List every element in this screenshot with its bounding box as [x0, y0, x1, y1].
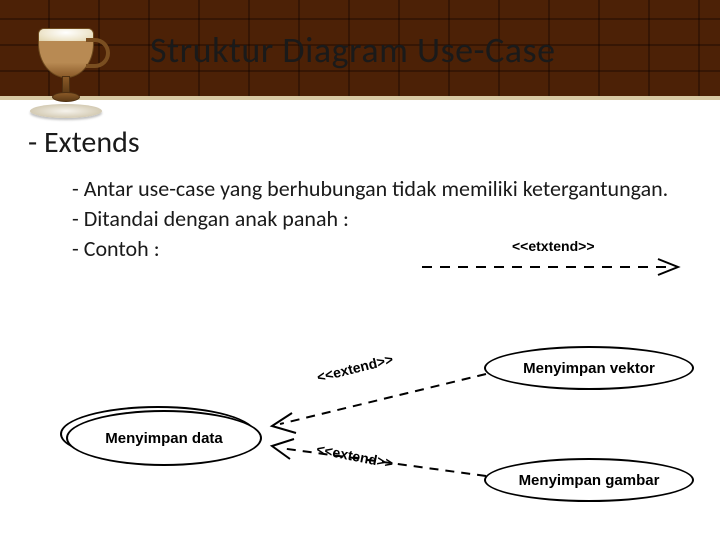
usecase-diagram: Menyimpan data Menyimpan vektor Menyimpa… — [0, 340, 720, 530]
inline-extend-arrow: <<etxtend>> — [420, 244, 690, 280]
bullet-item: Ditandai dengan anak panah : — [72, 205, 692, 233]
bullet-item: Antar use-case yang berhubungan tidak me… — [72, 175, 692, 203]
slide-header: Struktur Diagram Use-Case — [0, 0, 720, 100]
section-heading: Extends — [28, 124, 692, 161]
dashed-arrow-icon — [420, 256, 690, 278]
coffee-cup-icon — [24, 22, 110, 118]
slide-body: Extends Antar use-case yang berhubungan … — [0, 100, 720, 263]
slide-title: Struktur Diagram Use-Case — [150, 28, 556, 72]
stereotype-label: <<etxtend>> — [512, 238, 595, 254]
